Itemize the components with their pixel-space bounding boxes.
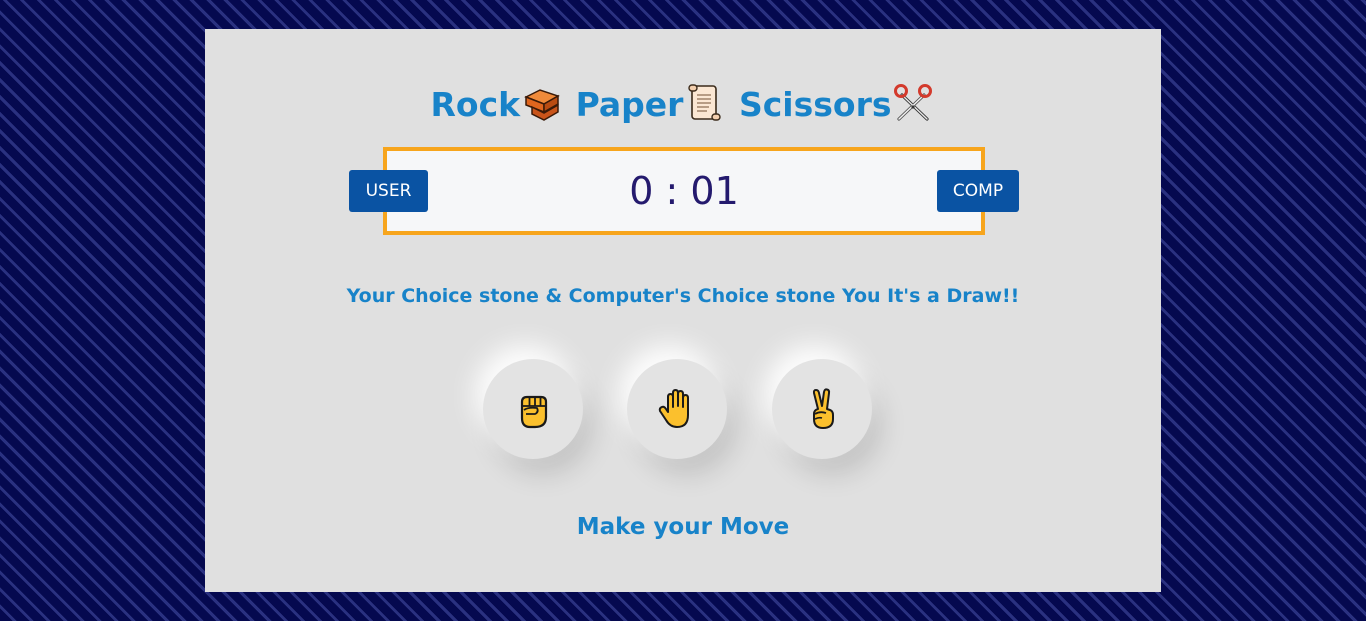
title-paper: Paper bbox=[575, 85, 684, 124]
raised-hand-icon bbox=[655, 387, 699, 431]
make-move-prompt: Make your Move bbox=[576, 514, 790, 540]
victory-hand-icon bbox=[800, 387, 844, 431]
paper-button[interactable] bbox=[627, 359, 727, 459]
title-scissors: Scissors bbox=[738, 85, 892, 124]
result-message: Your Choice stone & Computer's Choice st… bbox=[346, 285, 1020, 307]
raised-fist-icon bbox=[511, 387, 555, 431]
user-label-badge: USER bbox=[349, 170, 428, 212]
scroll-icon bbox=[685, 83, 725, 123]
scissors-icon bbox=[893, 83, 933, 123]
scoreboard: 0 : 01 bbox=[383, 147, 985, 235]
score-display: 0 : 01 bbox=[629, 169, 739, 213]
page-title: Rock Paper Scissors bbox=[205, 83, 1161, 123]
brick-icon bbox=[522, 83, 562, 123]
game-card: Rock Paper Scissors 0: 01 USER COMP You… bbox=[205, 29, 1161, 592]
rock-button[interactable] bbox=[483, 359, 583, 459]
comp-label-badge: COMP bbox=[937, 170, 1019, 212]
scissors-button[interactable] bbox=[772, 359, 872, 459]
title-rock: Rock bbox=[430, 85, 521, 124]
